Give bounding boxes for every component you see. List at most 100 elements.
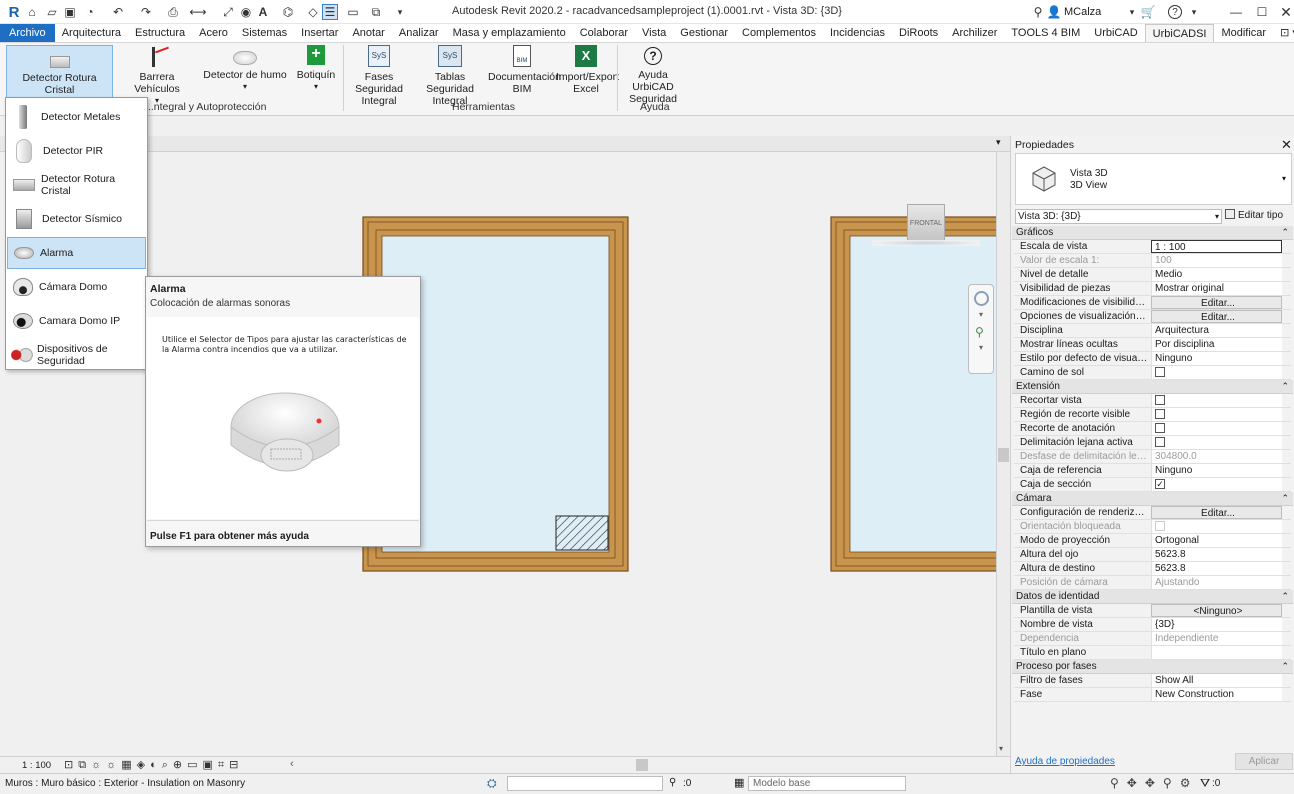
tab-estructura[interactable]: Estructura <box>128 24 192 42</box>
tab-anotar[interactable]: Anotar <box>345 24 391 42</box>
view-scale[interactable]: 1 : 100 <box>22 760 51 771</box>
tab-analizar[interactable]: Analizar <box>392 24 446 42</box>
chevron-down-icon[interactable]: ▾ <box>1282 174 1286 183</box>
chevron-down-icon[interactable]: ▾ <box>979 343 983 352</box>
cart-icon[interactable]: 🛒 <box>1140 4 1156 20</box>
tab-tools4bim[interactable]: TOOLS 4 BIM <box>1004 24 1087 42</box>
apply-button[interactable]: Aplicar <box>1235 753 1293 770</box>
property-value[interactable]: Mostrar original <box>1151 282 1282 295</box>
property-checkbox[interactable] <box>1151 366 1282 379</box>
tablas-seguridad-button[interactable]: SyS Tablas Seguridad Integral <box>414 45 486 107</box>
section-icon[interactable]: ◇ <box>305 4 321 20</box>
property-checkbox[interactable]: ✓ <box>1151 478 1282 491</box>
sync-icon[interactable]: ◔ <box>82 4 98 20</box>
collapse-icon[interactable]: ⌃ <box>1281 660 1289 673</box>
filter-icon[interactable]: ⛛ <box>1200 776 1210 791</box>
save-icon[interactable]: ▣ <box>62 4 78 20</box>
zoom-icon[interactable]: ⚲ <box>975 325 984 339</box>
chevron-down-icon[interactable]: ▾ <box>979 310 983 319</box>
tab-masa[interactable]: Masa y emplazamiento <box>446 24 573 42</box>
search-binoculars-icon[interactable]: ⚲ <box>1030 4 1046 20</box>
property-value[interactable]: Medio <box>1151 268 1282 281</box>
tab-insertar[interactable]: Insertar <box>294 24 345 42</box>
room-wall-right[interactable] <box>830 216 996 572</box>
detector-humo-button[interactable]: Detector de humo ▾ <box>203 45 287 93</box>
menu-item-detector-sismico[interactable]: Detector Sísmico <box>7 203 146 235</box>
section-header[interactable]: Datos de identidad ⌃ <box>1012 590 1293 604</box>
property-checkbox[interactable] <box>1151 394 1282 407</box>
design-option-dropdown[interactable]: Modelo base <box>748 776 906 791</box>
documentacion-bim-button[interactable]: BIM Documentación BIM <box>488 45 561 95</box>
selection-toggles-icons[interactable]: ⚲✥✥⚲⚙ <box>1110 776 1198 790</box>
menu-item-alarma[interactable]: Alarma <box>7 237 146 269</box>
home-icon[interactable]: ⌂ <box>24 4 40 20</box>
workset-dropdown[interactable] <box>507 776 663 791</box>
menu-item-detector-rotura-cristal[interactable]: Detector Rotura Cristal <box>7 169 146 201</box>
property-value[interactable] <box>1151 646 1282 659</box>
checkbox[interactable] <box>1155 409 1165 419</box>
checkbox[interactable] <box>1155 521 1165 531</box>
steering-wheel-icon[interactable] <box>974 291 989 306</box>
collapse-icon[interactable]: ⌃ <box>1281 590 1289 603</box>
help-chevron-icon[interactable]: ▾ <box>1186 4 1202 20</box>
user-name[interactable]: MCalza <box>1064 6 1101 18</box>
tab-vista[interactable]: Vista <box>635 24 673 42</box>
property-value[interactable]: 5623.8 <box>1151 548 1282 561</box>
detector-rotura-button[interactable]: Detector Rotura Cristal ▾ <box>6 45 113 106</box>
property-value[interactable]: Show All <box>1151 674 1282 687</box>
menu-item-camara-domo[interactable]: Cámara Domo <box>7 271 146 303</box>
property-value[interactable]: 5623.8 <box>1151 562 1282 575</box>
help-icon[interactable]: ? <box>1168 5 1182 19</box>
tab-urbicad[interactable]: UrbiCAD <box>1087 24 1144 42</box>
property-value[interactable]: Ninguno <box>1151 352 1282 365</box>
property-edit-button[interactable]: Editar... <box>1151 310 1282 323</box>
print-icon[interactable]: ⎙ <box>165 4 181 20</box>
tab-incidencias[interactable]: Incidencias <box>823 24 892 42</box>
redo-icon[interactable]: ↷ <box>138 4 154 20</box>
user-chevron-icon[interactable]: ▾ <box>1124 4 1140 20</box>
botiquin-button[interactable]: + Botiquín ▾ <box>292 45 340 93</box>
edit-type-button[interactable]: Editar tipo <box>1225 209 1293 224</box>
property-checkbox[interactable] <box>1151 408 1282 421</box>
property-edit-button[interactable]: Editar... <box>1151 506 1282 519</box>
switch-windows-icon[interactable]: ⧉ <box>368 4 384 20</box>
collapse-icon[interactable]: ⌃ <box>1281 380 1289 393</box>
property-value[interactable]: 1 : 100 <box>1151 240 1282 253</box>
property-edit-button[interactable]: Editar... <box>1151 296 1282 309</box>
design-options-icon[interactable]: ▦ <box>734 776 744 789</box>
user-icon[interactable]: 👤 <box>1046 4 1062 20</box>
worksets-icon[interactable]: ⛭ <box>487 776 497 791</box>
type-selector[interactable]: Vista 3D 3D View ▾ <box>1015 153 1292 205</box>
tag-icon[interactable]: ◉ <box>238 4 254 20</box>
property-value[interactable]: Ortogonal <box>1151 534 1282 547</box>
collapse-icon[interactable]: ⌃ <box>1281 226 1289 239</box>
property-value[interactable]: Por disciplina <box>1151 338 1282 351</box>
checkbox[interactable] <box>1155 367 1165 377</box>
tab-complementos[interactable]: Complementos <box>735 24 823 42</box>
tab-archilizer[interactable]: Archilizer <box>945 24 1004 42</box>
close-properties-icon[interactable]: ✕ <box>1281 137 1292 153</box>
3d-view-icon[interactable]: ⌬ <box>280 4 296 20</box>
scroll-down-arrow-icon[interactable]: ▾ <box>999 744 1003 753</box>
checkbox[interactable] <box>1155 395 1165 405</box>
editing-requests-icon[interactable]: ⚲ <box>669 777 676 788</box>
dimension-icon[interactable]: ⤢ <box>220 4 236 20</box>
tab-acero[interactable]: Acero <box>192 24 235 42</box>
scroll-thumb[interactable] <box>998 448 1009 462</box>
menu-item-dispositivos-seguridad[interactable]: Dispositivos de Seguridad <box>7 339 146 371</box>
tab-gestionar[interactable]: Gestionar <box>673 24 735 42</box>
view-control-icons[interactable]: ⊡⧉☼☼▦◈◐⌕⊕▭▣⌗⊟ <box>64 758 243 772</box>
revit-logo-icon[interactable]: R <box>6 4 22 21</box>
section-header[interactable]: Gráficos ⌃ <box>1012 226 1293 240</box>
checkbox[interactable] <box>1155 437 1165 447</box>
properties-help-link[interactable]: Ayuda de propiedades <box>1015 756 1115 767</box>
section-header[interactable]: Proceso por fases ⌃ <box>1012 660 1293 674</box>
viewcube-compass[interactable] <box>872 240 980 246</box>
customize-toolbar-icon[interactable]: ▾ <box>392 4 408 20</box>
checkbox[interactable] <box>1155 423 1165 433</box>
measure-icon[interactable]: ⟷ <box>189 4 206 20</box>
property-checkbox[interactable] <box>1151 436 1282 449</box>
tab-modificar[interactable]: Modificar <box>1214 24 1273 42</box>
tab-diroots[interactable]: DiRoots <box>892 24 945 42</box>
section-header[interactable]: Cámara ⌃ <box>1012 492 1293 506</box>
